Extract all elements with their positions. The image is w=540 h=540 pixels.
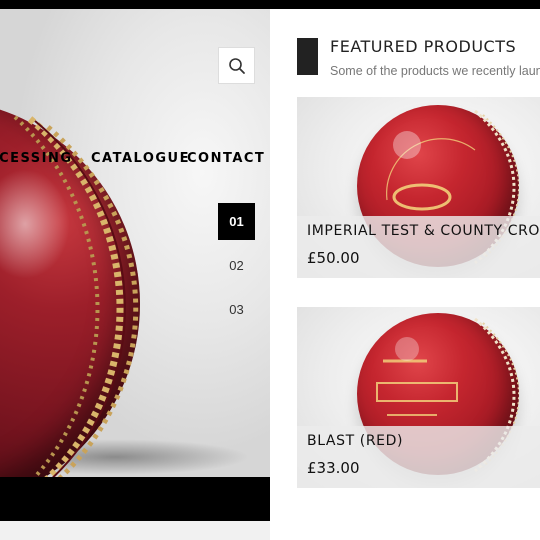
product-name[interactable]: BLAST (RED) bbox=[307, 433, 403, 449]
product-name[interactable]: IMPERIAL TEST & COUNTY CROWN bbox=[307, 223, 540, 239]
section-subtitle: Some of the products we recently launche… bbox=[330, 64, 540, 78]
section-title: FEATURED PRODUCTS bbox=[330, 37, 517, 56]
slide-dot-01[interactable]: 01 bbox=[218, 203, 255, 240]
product-price: £50.00 bbox=[307, 249, 360, 267]
slide-pagination: 01 02 03 bbox=[218, 203, 255, 335]
search-button[interactable] bbox=[218, 47, 255, 84]
section-marker bbox=[297, 38, 318, 75]
nav-item-catalogue[interactable]: CATALOGUE bbox=[91, 151, 190, 166]
section-strip bbox=[0, 521, 270, 540]
hero-slider: PROCESSING CATALOGUE CONTACT 01 02 03 bbox=[0, 9, 270, 477]
page: PROCESSING CATALOGUE CONTACT 01 02 03 FE… bbox=[0, 0, 540, 540]
nav-item-processing[interactable]: PROCESSING bbox=[0, 151, 73, 166]
product-card-blast[interactable]: BLAST (RED) £33.00 bbox=[297, 307, 540, 488]
main-nav: PROCESSING CATALOGUE CONTACT bbox=[0, 151, 270, 171]
slide-dot-03[interactable]: 03 bbox=[218, 291, 255, 328]
hero-bottom-bar bbox=[0, 477, 270, 521]
product-card-imperial[interactable]: IMPERIAL TEST & COUNTY CROWN £50.00 bbox=[297, 97, 540, 278]
top-bar bbox=[0, 0, 540, 9]
product-price: £33.00 bbox=[307, 459, 360, 477]
slide-dot-02[interactable]: 02 bbox=[218, 247, 255, 284]
search-icon bbox=[228, 57, 245, 74]
nav-item-contact[interactable]: CONTACT bbox=[187, 151, 265, 166]
